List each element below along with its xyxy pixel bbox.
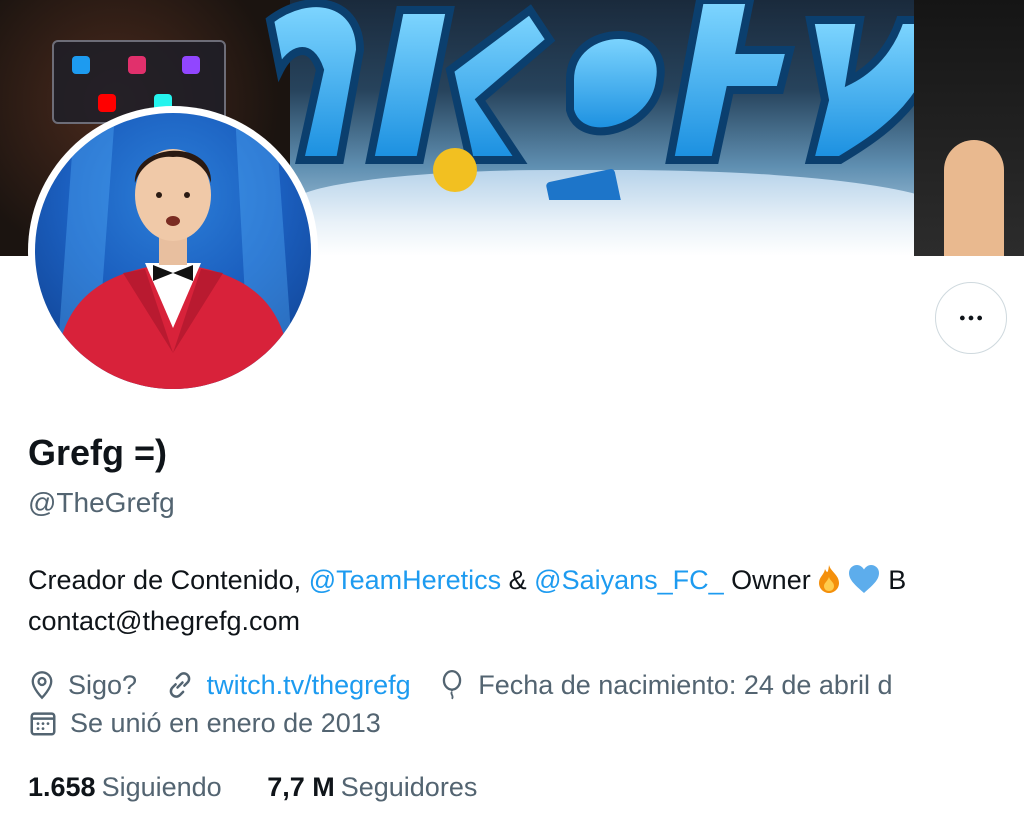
- profile-meta: Sigo? twitch.tv/thegrefg Fecha de nacimi…: [28, 666, 1024, 742]
- following-count: 1.658: [28, 772, 96, 802]
- bio-line-2: contact@thegrefg.com: [28, 606, 301, 636]
- bio-text: &: [501, 565, 535, 595]
- profile-avatar[interactable]: [28, 106, 318, 396]
- mention-saiyans-link[interactable]: @Saiyans_FC_: [534, 565, 724, 595]
- avatar-photo: [55, 113, 295, 389]
- meta-row-2: Se unió en enero de 2013: [28, 704, 1024, 742]
- bio-text: Owner: [723, 565, 811, 595]
- link-icon: [169, 672, 190, 698]
- bio-line-1: Creador de Contenido, @TeamHeretics & @S…: [28, 560, 1024, 601]
- calendar-icon: [30, 712, 56, 736]
- banner-right-figure: [914, 0, 1024, 256]
- followers-link[interactable]: 7,7 M Seguidores: [267, 772, 477, 803]
- joined-text: Se unió en enero de 2013: [70, 708, 381, 738]
- profile-display-name: Grefg =): [28, 432, 168, 473]
- meta-row-1: Sigo? twitch.tv/thegrefg Fecha de nacimi…: [28, 666, 1024, 704]
- bio-text-overflow: B: [880, 565, 907, 595]
- following-label: Siguiendo: [101, 772, 222, 802]
- balloon-icon: [442, 670, 462, 700]
- bio-text: Creador de Contenido,: [28, 565, 309, 595]
- blue-heart-emoji-icon: [847, 563, 881, 607]
- more-options-button[interactable]: [935, 282, 1007, 354]
- location-pin-icon: [31, 671, 53, 700]
- mention-teamheretics-link[interactable]: @TeamHeretics: [309, 565, 501, 595]
- profile-website[interactable]: twitch.tv/thegrefg: [165, 666, 411, 704]
- banner-logo-art: [265, 0, 956, 200]
- profile-page: Grefg =) @TheGrefg Creador de Contenido,…: [0, 0, 1024, 829]
- profile-joined: Se unió en enero de 2013: [28, 704, 381, 742]
- profile-birthday: Fecha de nacimiento: 24 de abril d: [438, 666, 892, 704]
- birthday-text: Fecha de nacimiento: 24 de abril d: [478, 670, 893, 700]
- fire-emoji-icon: [813, 563, 845, 607]
- followers-count: 7,7 M: [267, 772, 335, 802]
- profile-location: Sigo?: [28, 666, 137, 704]
- more-dots-icon: [959, 315, 983, 321]
- profile-handle: @TheGrefg: [28, 487, 175, 518]
- followers-label: Seguidores: [340, 772, 478, 802]
- profile-bio: Creador de Contenido, @TeamHeretics & @S…: [28, 560, 1024, 642]
- website-link[interactable]: twitch.tv/thegrefg: [207, 666, 411, 704]
- follow-stats: 1.658 Siguiendo 7,7 M Seguidores: [28, 772, 515, 803]
- location-text: Sigo?: [68, 670, 138, 700]
- following-link[interactable]: 1.658 Siguiendo: [28, 772, 222, 803]
